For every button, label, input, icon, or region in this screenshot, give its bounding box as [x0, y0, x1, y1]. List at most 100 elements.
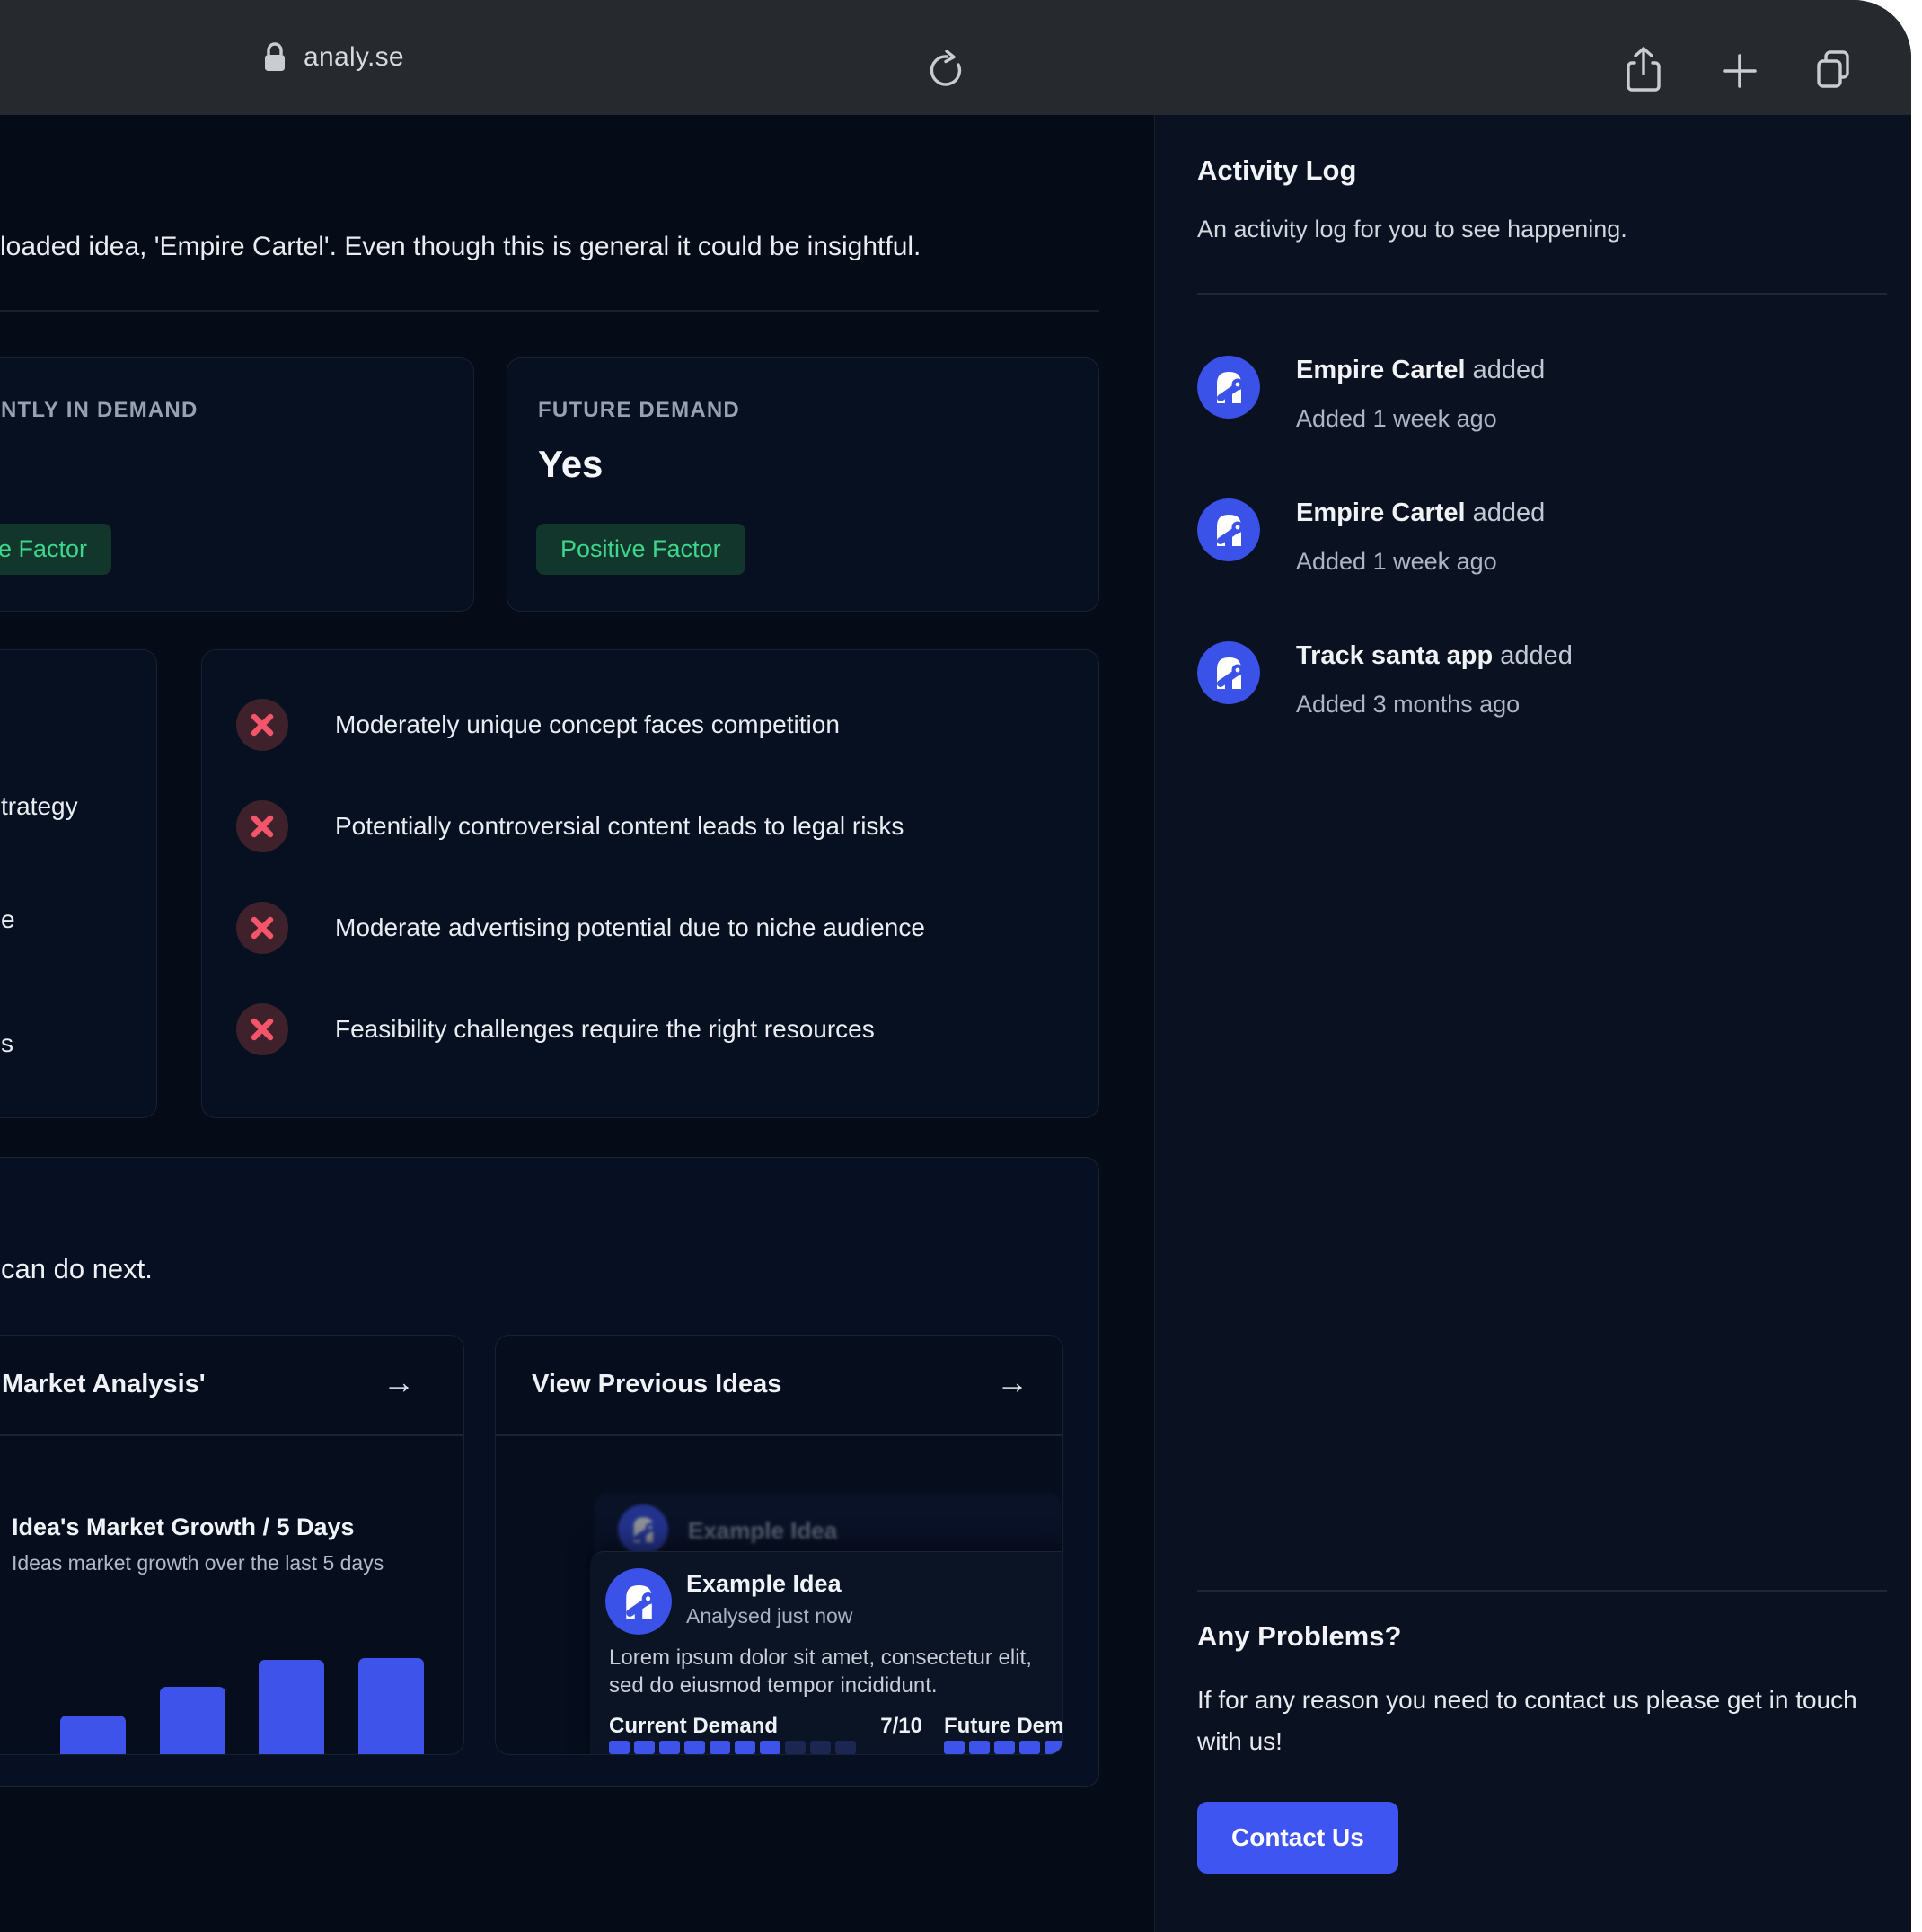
- progress-segment: [785, 1741, 806, 1754]
- lock-icon: [260, 40, 289, 75]
- negative-factor-text: Potentially controversial content leads …: [335, 812, 904, 841]
- progress-segment: [659, 1741, 680, 1754]
- activity-log-title: Activity Log: [1197, 154, 1356, 187]
- x-icon: [236, 1003, 288, 1055]
- next-steps-text: can do next.: [1, 1253, 153, 1285]
- previous-ideas-card[interactable]: View Previous Ideas → Example Idea Examp…: [495, 1335, 1063, 1755]
- url-text: analy.se: [304, 42, 404, 73]
- future-demand-progress: [944, 1741, 1063, 1754]
- activity-entry-suffix: added: [1466, 356, 1546, 384]
- address-bar[interactable]: analy.se: [260, 0, 404, 115]
- market-analysis-card[interactable]: Market Analysis' → Idea's Market Growth …: [0, 1335, 464, 1755]
- example-idea-description: Lorem ipsum dolor sit amet, consectetur …: [609, 1644, 1032, 1699]
- activity-entry-time: Added 3 months ago: [1296, 691, 1573, 719]
- activity-log-entry[interactable]: Empire Cartel addedAdded 1 week ago: [1197, 356, 1545, 433]
- current-demand-progress: [609, 1741, 856, 1754]
- browser-chrome: analy.se: [0, 0, 1911, 115]
- chart-title: Idea's Market Growth / 5 Days: [12, 1513, 355, 1541]
- activity-entry-title: Track santa app added: [1296, 641, 1573, 671]
- progress-segment: [1045, 1741, 1063, 1754]
- future-demand-preview-label: Future Dema: [944, 1714, 1063, 1739]
- activity-entry-suffix: added: [1466, 498, 1546, 527]
- negative-factor-row: Moderate advertising potential due to ni…: [236, 902, 925, 954]
- section-divider: [0, 310, 1099, 312]
- activity-entry-title: Empire Cartel added: [1296, 498, 1545, 528]
- app-logo-avatar: [1197, 641, 1260, 704]
- negative-factor-text: Feasibility challenges require the right…: [335, 1015, 875, 1044]
- progress-segment: [835, 1741, 856, 1754]
- chart-bar: [259, 1660, 324, 1754]
- activity-log-subtitle: An activity log for you to see happening…: [1197, 216, 1627, 243]
- app-logo-avatar: [605, 1568, 672, 1635]
- future-demand-label: FUTURE DEMAND: [538, 398, 740, 423]
- reload-button[interactable]: [925, 50, 965, 90]
- card-header-divider: [496, 1434, 1063, 1436]
- activity-entry-name: Track santa app: [1296, 641, 1493, 670]
- chart-subtitle: Ideas market growth over the last 5 days: [12, 1551, 384, 1575]
- chart-bar: [358, 1658, 424, 1754]
- progress-segment: [710, 1741, 730, 1754]
- progress-segment: [634, 1741, 655, 1754]
- tabs-icon[interactable]: [1812, 49, 1857, 92]
- example-idea-subtitle: Analysed just now: [686, 1604, 852, 1628]
- arrow-right-icon[interactable]: →: [383, 1366, 415, 1398]
- contact-us-button[interactable]: Contact Us: [1197, 1802, 1398, 1874]
- market-analysis-title: Market Analysis': [2, 1370, 206, 1399]
- activity-entry-text: Empire Cartel addedAdded 1 week ago: [1296, 356, 1545, 433]
- activity-entry-title: Empire Cartel added: [1296, 356, 1545, 385]
- current-demand-badge: e Factor: [0, 524, 111, 575]
- any-problems-title: Any Problems?: [1197, 1620, 1401, 1653]
- chart-bar: [160, 1687, 225, 1754]
- current-demand-label: NTLY IN DEMAND: [1, 398, 198, 423]
- negative-factor-text: Moderate advertising potential due to ni…: [335, 913, 925, 942]
- description-line: Lorem ipsum dolor sit amet, consectetur …: [609, 1644, 1032, 1672]
- current-demand-score: 7/10: [860, 1714, 922, 1739]
- activity-log-entry[interactable]: Empire Cartel added Added 1 week ago: [1197, 498, 1545, 576]
- sidebar-divider: [1197, 1590, 1887, 1592]
- strategy-fragment: s: [1, 1029, 13, 1058]
- description-line: sed do eiusmod tempor incididunt.: [609, 1672, 1032, 1699]
- app-logo-avatar: [618, 1504, 668, 1555]
- progress-segment: [1019, 1741, 1040, 1754]
- negative-factors-card: Moderately unique concept faces competit…: [201, 649, 1099, 1118]
- previous-ideas-title: View Previous Ideas: [532, 1370, 781, 1399]
- progress-segment: [994, 1741, 1015, 1754]
- progress-segment: [810, 1741, 831, 1754]
- activity-entry-name: Empire Cartel: [1296, 498, 1466, 527]
- progress-segment: [609, 1741, 630, 1754]
- activity-entry-text: Empire Cartel added Added 1 week ago: [1296, 498, 1545, 576]
- share-icon[interactable]: [1622, 47, 1665, 93]
- progress-segment: [760, 1741, 780, 1754]
- activity-entry-suffix: added: [1493, 641, 1573, 670]
- browser-window: analy.se loa: [0, 0, 1911, 1932]
- current-demand-preview-label: Current Demand: [609, 1714, 778, 1739]
- current-demand-card: NTLY IN DEMAND e Factor: [0, 357, 474, 612]
- activity-log-entry[interactable]: Track santa app added Added 3 months ago: [1197, 641, 1573, 719]
- any-problems-text: If for any reason you need to contact us…: [1197, 1680, 1907, 1762]
- app-logo-avatar: [1197, 498, 1260, 561]
- app-logo-avatar: [1197, 356, 1260, 419]
- activity-log-sidebar: Activity Log An activity log for you to …: [1154, 115, 1911, 1932]
- future-demand-badge: Positive Factor: [536, 524, 745, 575]
- activity-entry-time: Added 1 week ago: [1296, 548, 1545, 576]
- negative-factor-text: Moderately unique concept faces competit…: [335, 710, 840, 739]
- strategy-fragment: trategy: [1, 792, 78, 821]
- x-icon: [236, 902, 288, 954]
- strategy-fragment: e: [1, 905, 15, 934]
- strategy-card: trategy e s: [0, 649, 157, 1118]
- new-tab-icon[interactable]: [1721, 52, 1759, 90]
- next-steps-card: can do next. Market Analysis' → Idea's M…: [0, 1157, 1099, 1787]
- future-demand-value: Yes: [538, 443, 603, 486]
- example-idea-title: Example Idea: [686, 1570, 842, 1598]
- chart-bar: [60, 1716, 126, 1754]
- sidebar-divider: [1197, 293, 1887, 295]
- progress-segment: [944, 1741, 965, 1754]
- activity-entry-name: Empire Cartel: [1296, 356, 1466, 384]
- x-icon: [236, 800, 288, 852]
- x-icon: [236, 699, 288, 751]
- future-demand-card: FUTURE DEMAND Yes Positive Factor: [507, 357, 1099, 612]
- negative-factor-row: Moderately unique concept faces competit…: [236, 699, 840, 751]
- progress-segment: [969, 1741, 990, 1754]
- progress-segment: [735, 1741, 755, 1754]
- arrow-right-icon[interactable]: →: [996, 1366, 1028, 1398]
